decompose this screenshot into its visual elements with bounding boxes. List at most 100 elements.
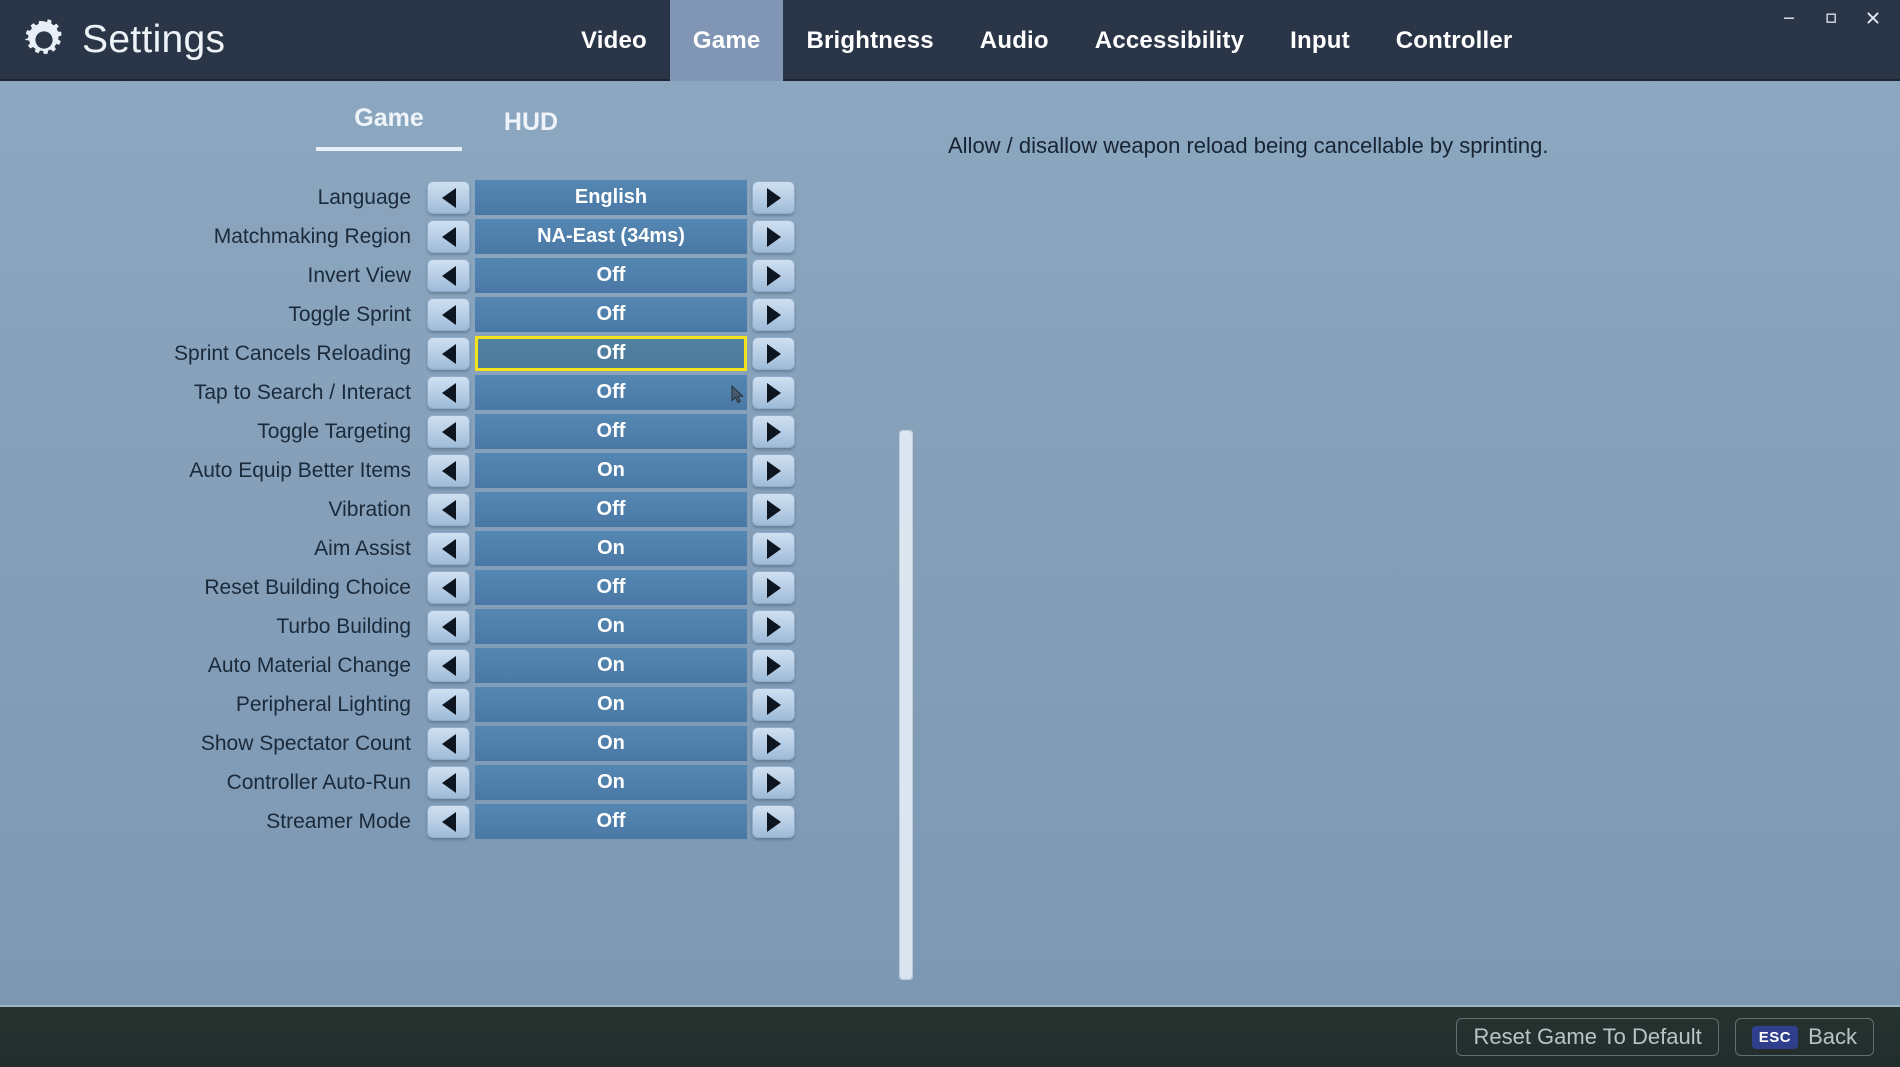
next-value-button[interactable] [752,571,795,604]
next-value-button[interactable] [752,610,795,643]
setting-row: Invert View Off [0,256,920,295]
tab-video[interactable]: Video [558,0,670,81]
setting-value[interactable]: Off [475,336,747,371]
subtab-game[interactable]: Game [316,104,462,151]
prev-value-button[interactable] [427,766,470,799]
setting-value[interactable]: On [475,687,747,722]
setting-value[interactable]: NA-East (34ms) [475,219,747,254]
back-button[interactable]: ESC Back [1734,1018,1874,1056]
title-bar: Settings Video Game Brightness Audio Acc… [0,0,1900,81]
tab-game[interactable]: Game [669,0,784,81]
setting-value[interactable]: Off [475,258,747,293]
chevron-left-icon [441,733,456,754]
tab-controller[interactable]: Controller [1373,0,1536,81]
next-value-button[interactable] [752,454,795,487]
prev-value-button[interactable] [427,259,470,292]
next-value-button[interactable] [752,337,795,370]
prev-value-button[interactable] [427,415,470,448]
setting-value[interactable]: On [475,531,747,566]
chevron-left-icon [441,499,456,520]
tab-audio[interactable]: Audio [957,0,1072,81]
prev-value-button[interactable] [427,337,470,370]
esc-key-badge: ESC [1751,1025,1799,1049]
next-value-button[interactable] [752,493,795,526]
tab-brightness[interactable]: Brightness [783,0,956,81]
prev-value-button[interactable] [427,376,470,409]
setting-label: Streamer Mode [266,809,411,833]
setting-value[interactable]: Off [475,570,747,605]
prev-value-button[interactable] [427,454,470,487]
setting-label: Tap to Search / Interact [193,380,411,404]
chevron-right-icon [766,226,781,247]
next-value-button[interactable] [752,727,795,760]
next-value-button[interactable] [752,376,795,409]
chevron-right-icon [766,772,781,793]
chevron-left-icon [441,265,456,286]
maximize-icon[interactable] [1812,3,1850,33]
prev-value-button[interactable] [427,649,470,682]
subtab-hud[interactable]: HUD [458,108,604,151]
settings-scrollbar[interactable] [899,430,913,980]
setting-row: Show Spectator Count On [0,724,920,763]
setting-value[interactable]: On [475,726,747,761]
setting-value[interactable]: On [475,453,747,488]
next-value-button[interactable] [752,532,795,565]
next-value-button[interactable] [752,259,795,292]
reset-game-to-default-button[interactable]: Reset Game To Default [1456,1018,1719,1056]
setting-value[interactable]: Off [475,492,747,527]
setting-label: Show Spectator Count [200,731,411,755]
prev-value-button[interactable] [427,727,470,760]
tab-accessibility[interactable]: Accessibility [1072,0,1267,81]
next-value-button[interactable] [752,298,795,331]
prev-value-button[interactable] [427,805,470,838]
chevron-left-icon [441,655,456,676]
chevron-left-icon [441,577,456,598]
prev-value-button[interactable] [427,493,470,526]
main-tabs: Video Game Brightness Audio Accessibilit… [558,0,1535,81]
next-value-button[interactable] [752,688,795,721]
setting-row: Auto Material Change On [0,646,920,685]
setting-value[interactable]: Off [475,375,747,410]
setting-row: Streamer Mode Off [0,802,920,841]
prev-value-button[interactable] [427,532,470,565]
setting-row: Controller Auto-Run On [0,763,920,802]
chevron-left-icon [441,421,456,442]
chevron-right-icon [766,577,781,598]
setting-value[interactable]: On [475,765,747,800]
setting-row: Tap to Search / Interact Off [0,373,920,412]
prev-value-button[interactable] [427,220,470,253]
chevron-right-icon [766,343,781,364]
prev-value-button[interactable] [427,610,470,643]
tab-input[interactable]: Input [1267,0,1373,81]
prev-value-button[interactable] [427,688,470,721]
chevron-right-icon [766,811,781,832]
setting-value[interactable]: Off [475,804,747,839]
prev-value-button[interactable] [427,181,470,214]
setting-label: Sprint Cancels Reloading [174,341,411,365]
next-value-button[interactable] [752,649,795,682]
setting-label: Aim Assist [314,536,411,560]
prev-value-button[interactable] [427,571,470,604]
sub-tabs: Game HUD [316,104,604,151]
chevron-left-icon [441,343,456,364]
minimize-icon[interactable] [1770,3,1808,33]
chevron-right-icon [766,655,781,676]
scrollbar-thumb[interactable] [900,431,912,979]
prev-value-button[interactable] [427,298,470,331]
next-value-button[interactable] [752,766,795,799]
setting-label: Auto Material Change [207,653,411,677]
setting-value[interactable]: On [475,609,747,644]
setting-value[interactable]: Off [475,414,747,449]
next-value-button[interactable] [752,805,795,838]
next-value-button[interactable] [752,181,795,214]
setting-value[interactable]: Off [475,297,747,332]
close-icon[interactable] [1854,3,1892,33]
next-value-button[interactable] [752,415,795,448]
next-value-button[interactable] [752,220,795,253]
setting-value[interactable]: On [475,648,747,683]
setting-row: Sprint Cancels Reloading Off [0,334,920,373]
chevron-right-icon [766,460,781,481]
setting-label: Toggle Targeting [257,419,411,443]
setting-value[interactable]: English [475,180,747,215]
bottom-bar: Reset Game To Default ESC Back [0,1005,1900,1067]
